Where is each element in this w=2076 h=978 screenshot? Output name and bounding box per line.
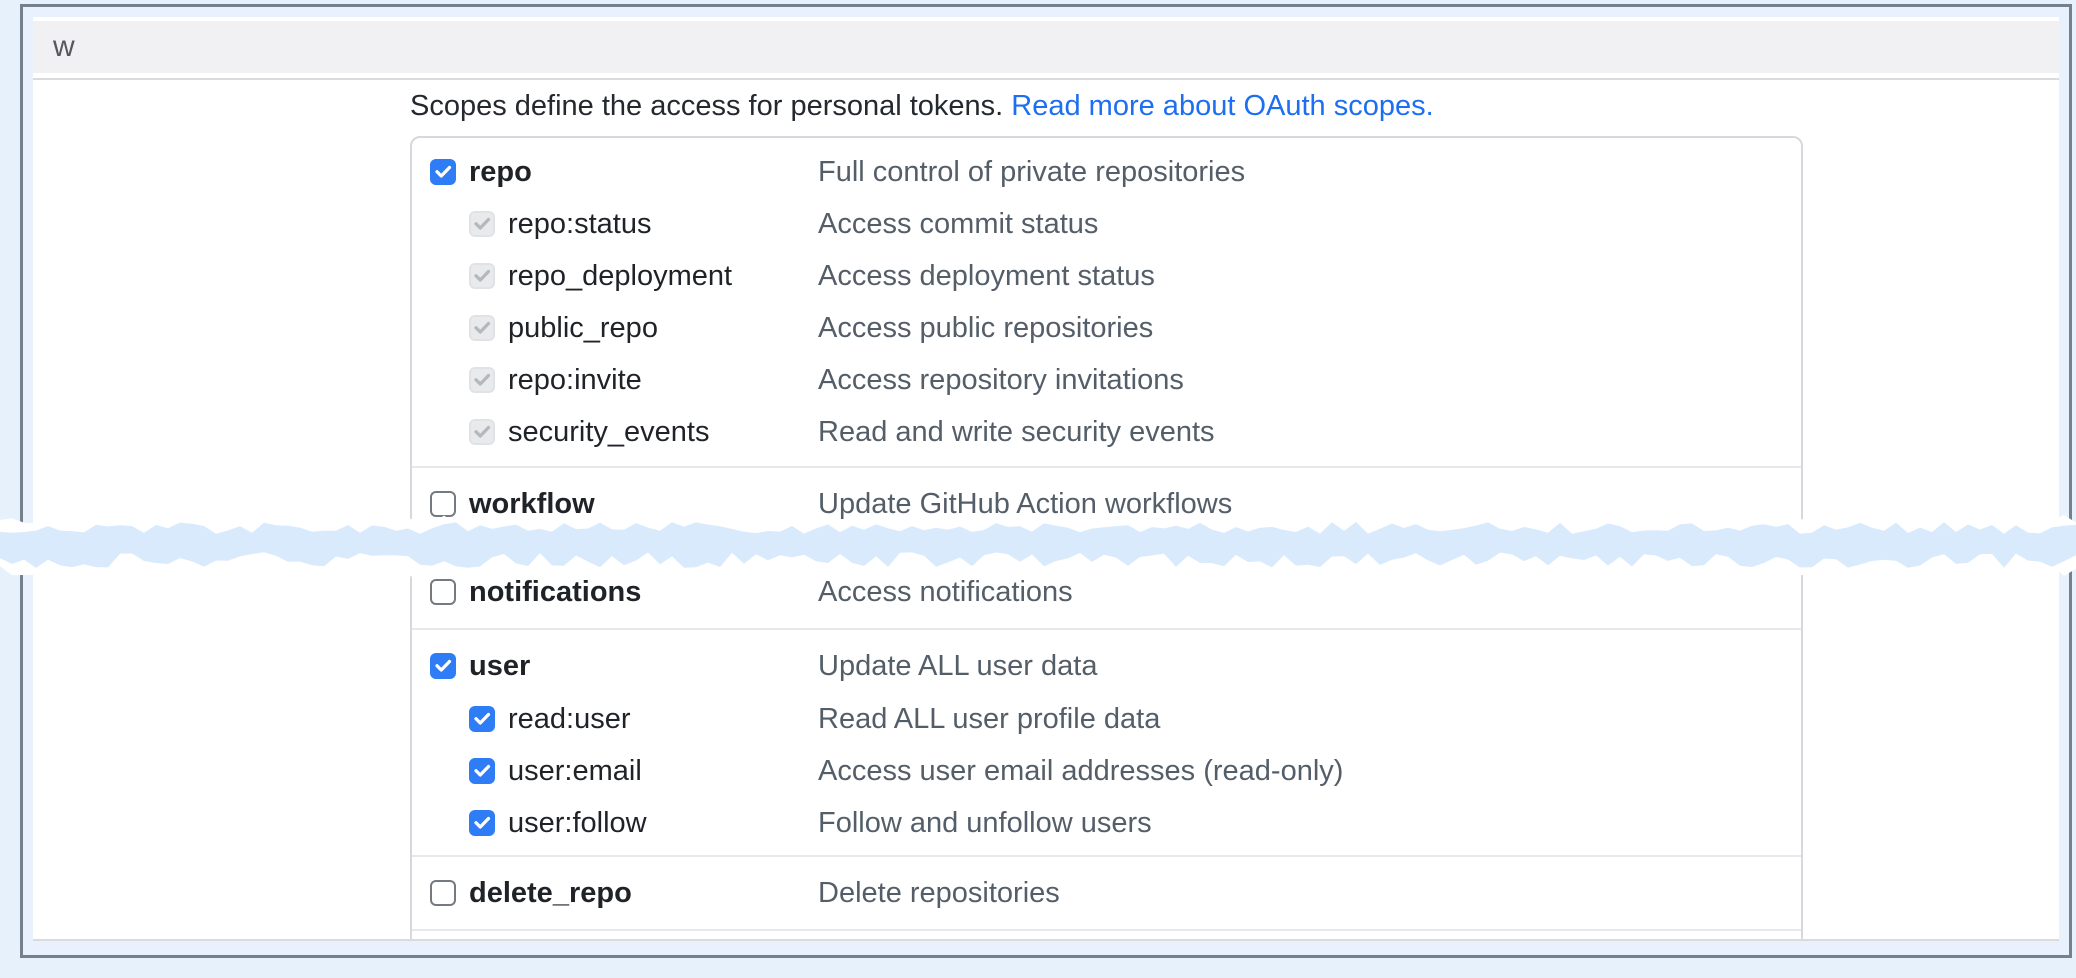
scope-description: Delete repositories xyxy=(818,877,1060,910)
scope-row-public_repo: public_repo Access public repositories xyxy=(412,302,1801,354)
checkbox-repo:status xyxy=(469,211,495,237)
scopes-intro-text: Scopes define the access for personal to… xyxy=(410,90,1011,122)
scope-row-user:follow: user:follow Follow and unfollow users xyxy=(412,797,1801,849)
scope-row-notifications: notifications Access notifications xyxy=(412,572,1801,612)
checkbox-user:follow[interactable] xyxy=(469,810,495,836)
cut-off-section xyxy=(412,929,1801,941)
scope-sub-description: Access deployment status xyxy=(818,260,1155,293)
scope-label-read:user[interactable]: read:user xyxy=(508,703,631,736)
scope-row-repo:status: repo:status Access commit status xyxy=(412,198,1801,250)
scope-label-repo_deployment[interactable]: repo_deployment xyxy=(508,260,732,293)
scope-section-workflow: workflow Update GitHub Action workflows xyxy=(412,466,1801,540)
scope-section-user: user Update ALL user data read:user Read… xyxy=(412,628,1801,855)
scopes-box: repo Full control of private repositorie… xyxy=(410,136,1803,941)
scope-row-delete_repo: delete_repo Delete repositories xyxy=(412,873,1801,913)
scope-row-repo:invite: repo:invite Access repository invitation… xyxy=(412,354,1801,406)
scope-sub-description: Access public repositories xyxy=(818,312,1153,345)
framed-window: w Scopes define the access for personal … xyxy=(20,4,2072,958)
scope-sub-description: Access commit status xyxy=(818,208,1098,241)
scope-section-notifications: notifications Access notifications xyxy=(412,554,1801,628)
scope-subrows: read:user Read ALL user profile data use… xyxy=(412,693,1801,849)
scope-row-security_events: security_events Read and write security … xyxy=(412,406,1801,458)
scope-row-read:user: read:user Read ALL user profile data xyxy=(412,693,1801,745)
checkbox-repo[interactable] xyxy=(430,159,456,185)
address-bar[interactable]: w xyxy=(33,21,2059,73)
scope-row-repo: repo Full control of private repositorie… xyxy=(412,152,1801,192)
scope-label-repo:status[interactable]: repo:status xyxy=(508,208,651,241)
scope-label-notifications[interactable]: notifications xyxy=(469,576,641,609)
scope-label-user:follow[interactable]: user:follow xyxy=(508,807,647,840)
scopes-intro: Scopes define the access for personal to… xyxy=(410,90,2059,122)
scope-section-repo: repo Full control of private repositorie… xyxy=(412,138,1801,466)
scope-label-delete_repo[interactable]: delete_repo xyxy=(469,877,632,910)
scope-label-workflow[interactable]: workflow xyxy=(469,488,595,521)
scope-label-repo[interactable]: repo xyxy=(469,156,532,189)
scope-label-public_repo[interactable]: public_repo xyxy=(508,312,658,345)
scope-row-repo_deployment: repo_deployment Access deployment status xyxy=(412,250,1801,302)
checkbox-notifications[interactable] xyxy=(430,579,456,605)
checkbox-repo:invite xyxy=(469,367,495,393)
page: w Scopes define the access for personal … xyxy=(33,17,2059,941)
scope-section-delete_repo: delete_repo Delete repositories xyxy=(412,855,1801,929)
scope-subrows: repo:status Access commit status repo_de… xyxy=(412,198,1801,458)
window-inner: w Scopes define the access for personal … xyxy=(23,7,2069,955)
scope-row-workflow: workflow Update GitHub Action workflows xyxy=(412,484,1801,524)
checkbox-public_repo xyxy=(469,315,495,341)
content-area: Scopes define the access for personal to… xyxy=(33,80,2059,941)
checkbox-security_events xyxy=(469,419,495,445)
scope-description: Full control of private repositories xyxy=(818,156,1245,189)
scope-label-user:email[interactable]: user:email xyxy=(508,755,642,788)
hidden-section-gap xyxy=(412,540,1801,554)
scope-sub-description: Read and write security events xyxy=(818,416,1215,449)
scope-label-repo:invite[interactable]: repo:invite xyxy=(508,364,642,397)
scope-row-user: user Update ALL user data xyxy=(412,646,1801,686)
scope-sub-description: Read ALL user profile data xyxy=(818,703,1160,736)
scope-description: Update ALL user data xyxy=(818,650,1097,683)
scope-row-user:email: user:email Access user email addresses (… xyxy=(412,745,1801,797)
scope-sub-description: Access repository invitations xyxy=(818,364,1184,397)
checkbox-read:user[interactable] xyxy=(469,706,495,732)
scope-label-security_events[interactable]: security_events xyxy=(508,416,710,449)
checkbox-user:email[interactable] xyxy=(469,758,495,784)
checkbox-user[interactable] xyxy=(430,653,456,679)
checkbox-repo_deployment xyxy=(469,263,495,289)
scope-sub-description: Follow and unfollow users xyxy=(818,807,1152,840)
checkbox-workflow[interactable] xyxy=(430,491,456,517)
scope-description: Access notifications xyxy=(818,576,1073,609)
scope-description: Update GitHub Action workflows xyxy=(818,488,1232,521)
scope-label-user[interactable]: user xyxy=(469,650,530,683)
oauth-scopes-link[interactable]: Read more about OAuth scopes. xyxy=(1011,90,1433,122)
checkbox-delete_repo[interactable] xyxy=(430,880,456,906)
address-bar-text: w xyxy=(53,30,75,64)
scope-sub-description: Access user email addresses (read-only) xyxy=(818,755,1343,788)
